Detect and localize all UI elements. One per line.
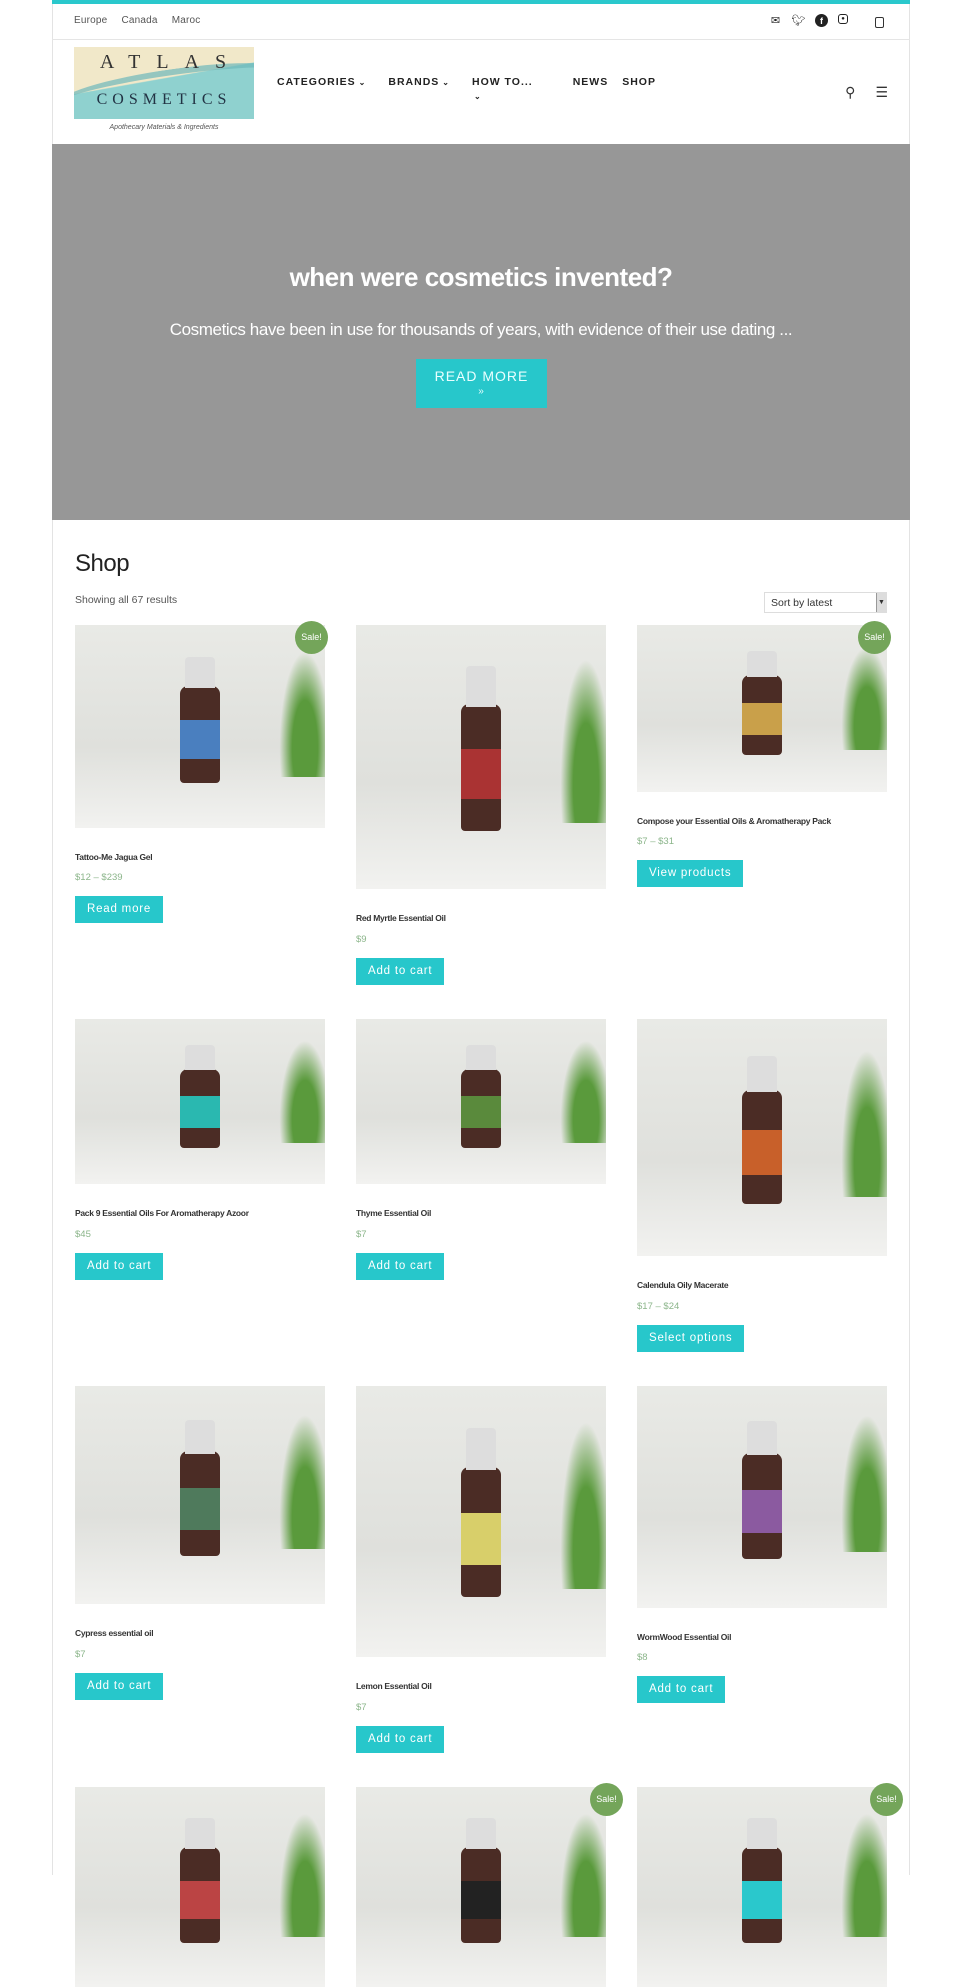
product-image[interactable] (356, 1019, 606, 1184)
nav-brands[interactable]: BRANDS ⌄ (388, 76, 450, 88)
product-price: $7 (356, 1229, 367, 1240)
product-image[interactable] (356, 625, 606, 889)
product-image[interactable] (75, 1787, 325, 1987)
product-title[interactable]: WormWood Essential Oil (637, 1632, 731, 1642)
chevron-down-icon: ⌄ (442, 78, 450, 87)
product-image[interactable] (637, 1386, 887, 1608)
product-image[interactable] (356, 1787, 606, 1987)
product-title[interactable]: Lemon Essential Oil (356, 1681, 432, 1691)
search-icon[interactable]: ⚲ (845, 84, 855, 101)
sale-badge: Sale! (295, 621, 328, 654)
arrow-icon: » (478, 386, 485, 397)
site-header: ATLAS COSMETICS Apothecary Materials & I… (52, 40, 910, 144)
product-action-button[interactable]: Add to cart (75, 1253, 164, 1280)
product-price: $17 – $24 (637, 1301, 680, 1312)
instagram-icon[interactable]: ● (838, 14, 848, 24)
product-image[interactable] (75, 1386, 325, 1604)
product-title[interactable]: Red Myrtle Essential Oil (356, 913, 446, 923)
hero-banner: when were cosmetics invented? Cosmetics … (52, 144, 910, 520)
product-price: $7 (356, 1702, 367, 1713)
product-image[interactable] (75, 625, 325, 828)
product-title[interactable]: Cypress essential oil (75, 1628, 154, 1638)
product-title[interactable]: Compose your Essential Oils & Aromathera… (637, 816, 831, 826)
product-image[interactable] (637, 625, 887, 792)
product-title[interactable]: Calendula Oily Macerate (637, 1280, 729, 1290)
nav-label: BRANDS (388, 76, 440, 88)
product-action-button[interactable]: Add to cart (637, 1676, 726, 1703)
product-title[interactable]: Pack 9 Essential Oils For Aromatherapy A… (75, 1208, 249, 1218)
logo[interactable]: ATLAS COSMETICS (74, 47, 254, 119)
sale-badge: Sale! (870, 1783, 903, 1816)
region-link-europe[interactable]: Europe (74, 15, 107, 26)
read-more-button[interactable]: READ MORE » (416, 359, 547, 408)
nav-label: NEWS (572, 76, 609, 88)
nav-label: CATEGORIES (277, 76, 356, 88)
hero-title[interactable]: when were cosmetics invented? (52, 262, 910, 293)
region-links: Europe Canada Maroc (74, 15, 200, 26)
nav-label: HOW TO... (471, 76, 533, 88)
region-link-canada[interactable]: Canada (121, 15, 157, 26)
product-price: $7 (75, 1649, 86, 1660)
page-title: Shop (75, 550, 130, 577)
product-image[interactable] (356, 1386, 606, 1657)
product-action-button[interactable]: Read more (75, 896, 164, 923)
social-links: ✉ 🐦︎ f ● (769, 14, 848, 27)
main-nav: CATEGORIES ⌄ BRANDS ⌄ HOW TO... ⌄ NEWS SHOP (277, 76, 678, 101)
sort-selected-value: Sort by latest (771, 597, 833, 609)
top-bar: Europe Canada Maroc ✉ 🐦︎ f ● (52, 4, 910, 40)
sale-badge: Sale! (590, 1783, 623, 1816)
chevron-down-icon: ⌄ (473, 92, 482, 101)
result-count: Showing all 67 results (75, 594, 178, 606)
product-price: $12 – $239 (75, 872, 123, 883)
product-title[interactable]: Thyme Essential Oil (356, 1208, 431, 1218)
sort-select[interactable]: Sort by latest ▼ (764, 592, 887, 613)
product-action-button[interactable]: Add to cart (356, 1253, 445, 1280)
nav-how-to[interactable]: HOW TO... ⌄ (471, 76, 533, 101)
product-price: $8 (637, 1652, 648, 1663)
product-price: $7 – $31 (637, 836, 674, 847)
sale-badge: Sale! (858, 621, 891, 654)
chevron-down-icon: ⌄ (358, 78, 367, 87)
product-price: $9 (356, 934, 367, 945)
logo-text-cosmetics: COSMETICS (96, 91, 232, 108)
product-action-button[interactable]: Add to cart (356, 958, 445, 985)
hero-excerpt: Cosmetics have been in use for thousands… (169, 320, 793, 339)
product-title[interactable]: Tattoo-Me Jagua Gel (75, 852, 153, 862)
tagline: Apothecary Materials & Ingredients (109, 124, 219, 131)
menu-icon[interactable]: ☰ (875, 84, 888, 101)
product-action-button[interactable]: Select options (637, 1325, 745, 1352)
nav-shop[interactable]: SHOP (622, 76, 656, 88)
button-label: READ MORE (434, 368, 529, 384)
region-link-maroc[interactable]: Maroc (172, 15, 201, 26)
nav-categories[interactable]: CATEGORIES ⌄ (277, 76, 366, 88)
facebook-icon[interactable]: f (815, 14, 828, 27)
header-icons: ⚲ ☰ (845, 84, 888, 101)
dropdown-arrow-icon: ▼ (876, 593, 886, 612)
cart-icon[interactable] (875, 17, 884, 28)
twitter-icon[interactable]: 🐦︎ (792, 14, 806, 27)
mail-icon[interactable]: ✉ (769, 14, 782, 27)
product-price: $45 (75, 1229, 91, 1240)
product-image[interactable] (637, 1787, 887, 1987)
product-action-button[interactable]: Add to cart (75, 1673, 164, 1700)
product-action-button[interactable]: View products (637, 860, 744, 887)
logo-text-atlas: ATLAS (99, 51, 243, 73)
nav-label: SHOP (622, 76, 656, 88)
product-image[interactable] (637, 1019, 887, 1256)
product-image[interactable] (75, 1019, 325, 1184)
nav-news[interactable]: NEWS (573, 76, 609, 88)
product-action-button[interactable]: Add to cart (356, 1726, 445, 1753)
